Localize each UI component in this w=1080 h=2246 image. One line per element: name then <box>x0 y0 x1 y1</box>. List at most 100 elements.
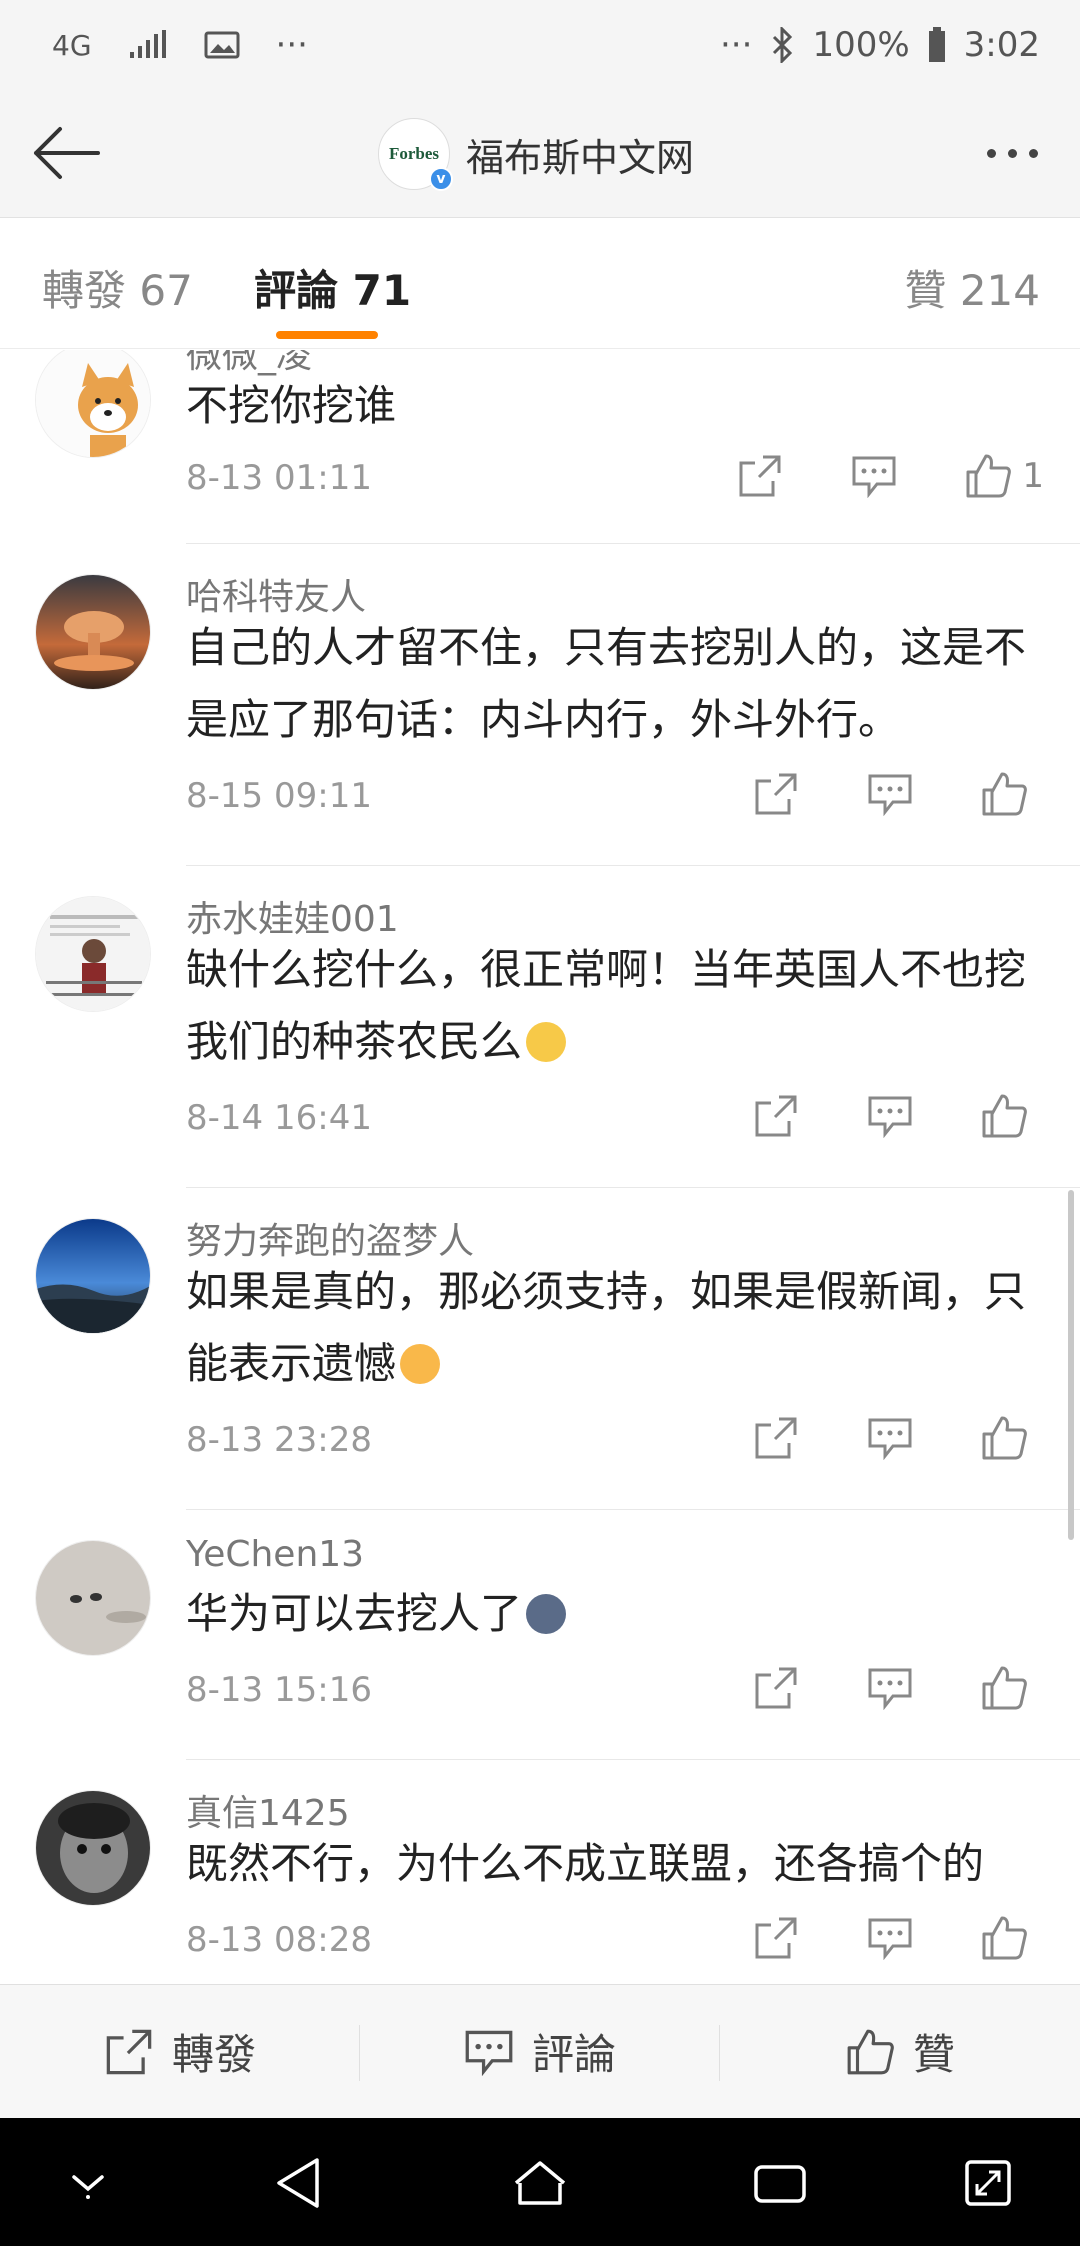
comment-icon <box>868 1918 912 1960</box>
share-button[interactable] <box>720 446 800 506</box>
tab-repost[interactable]: 轉發 67 <box>42 257 193 318</box>
share-button[interactable] <box>736 1658 816 1718</box>
comment-actions <box>702 1908 1044 1968</box>
comment-date: 8-13 01:11 <box>186 458 372 498</box>
reply-button[interactable] <box>850 764 930 824</box>
scrollbar[interactable] <box>1068 1190 1074 1540</box>
comment-text: 自己的人才留不住，只有去挖别人的，这是不是应了那句话：内斗内行，外斗外行。 <box>186 623 1027 744</box>
reply-button[interactable] <box>834 446 914 506</box>
comment-item: 真信1425 既然不行，为什么不成立联盟，还各搞个的 8-13 08:28 <box>0 1760 1080 1984</box>
system-nav-bar <box>0 2118 1080 2246</box>
nav-expand-button[interactable] <box>948 2148 1028 2218</box>
share-icon <box>106 2029 152 2074</box>
share-button[interactable] <box>736 764 816 824</box>
hide-nav-button[interactable] <box>48 2148 128 2218</box>
like-button[interactable] <box>964 1908 1044 1968</box>
reply-button[interactable] <box>850 1658 930 1718</box>
comment-icon <box>868 1668 912 1710</box>
bluetooth-icon <box>770 27 794 63</box>
comment-date: 8-15 09:11 <box>186 776 372 816</box>
chevron-down-icon <box>72 2175 104 2199</box>
reply-button[interactable] <box>850 1086 930 1146</box>
image-notification-icon <box>204 30 240 60</box>
share-icon <box>755 1095 797 1137</box>
avatar[interactable] <box>35 574 151 690</box>
tab-like[interactable]: 贊 214 <box>904 257 1040 318</box>
share-icon <box>739 455 781 497</box>
share-icon <box>755 1667 797 1709</box>
comment-item: 努力奔跑的盗梦人 如果是真的，那必须支持，如果是假新闻，只能表示遗憾 8-13 … <box>0 1188 1080 1510</box>
bottom-action-bar: 轉發 評論 贊 <box>0 1984 1080 2118</box>
verified-badge-icon: v <box>429 167 453 191</box>
comment-list[interactable]: 微微_凌 不挖你挖谁 8-13 01:11 1 哈科特友人 自己的人才留不住，只… <box>0 350 1080 1984</box>
back-triangle-icon <box>277 2158 319 2208</box>
repost-button[interactable]: 轉發 <box>0 1985 360 2118</box>
share-icon <box>755 773 797 815</box>
comment-actions <box>702 1086 1044 1146</box>
reply-button[interactable] <box>850 1408 930 1468</box>
network-4g-icon: 4G <box>52 28 92 62</box>
comment-actions <box>702 1658 1044 1718</box>
comment-actions <box>702 1408 1044 1468</box>
thumbs-up-icon <box>982 1916 1027 1960</box>
comment-text: 不挖你挖谁 <box>186 381 397 430</box>
nav-back-button[interactable] <box>258 2148 338 2218</box>
avatar[interactable] <box>35 350 151 458</box>
battery-percent: 100% <box>812 25 910 65</box>
share-button[interactable] <box>736 1908 816 1968</box>
thumbs-up-icon <box>982 1666 1027 1710</box>
more-status-indicator: ··· <box>720 25 753 65</box>
tab-bar: 轉發 67 評論 71 贊 214 <box>0 219 1080 349</box>
comment-button[interactable]: 評論 <box>360 1985 720 2118</box>
comment-text: 如果是真的，那必须支持，如果是假新闻，只能表示遗憾 <box>186 1267 1027 1388</box>
like-button[interactable] <box>964 1658 1044 1718</box>
nav-recents-button[interactable] <box>740 2148 820 2218</box>
avatar[interactable] <box>35 896 151 1012</box>
comment-text: 华为可以去挖人了 <box>186 1578 1046 1650</box>
share-icon <box>755 1917 797 1959</box>
comment-date: 8-13 15:16 <box>186 1670 372 1710</box>
recents-icon <box>754 2165 806 2203</box>
more-options-button[interactable] <box>972 128 1052 178</box>
like-button[interactable] <box>964 1086 1044 1146</box>
signal-icon <box>128 30 168 60</box>
back-button[interactable] <box>26 120 106 186</box>
like-button[interactable]: 1 <box>948 446 1044 506</box>
comment-actions: 1 <box>686 446 1044 506</box>
comment-icon <box>852 456 896 498</box>
comment-item: 微微_凌 不挖你挖谁 8-13 01:11 1 <box>0 350 1080 544</box>
status-bar: 4G ··· ··· 100% 3:02 <box>0 0 1080 90</box>
like-button[interactable] <box>964 1408 1044 1468</box>
comment-icon <box>868 1418 912 1460</box>
reply-button[interactable] <box>850 1908 930 1968</box>
like-button[interactable] <box>964 764 1044 824</box>
thumbs-up-icon <box>982 772 1027 816</box>
comment-icon <box>868 1096 912 1138</box>
account-header[interactable]: Forbes v 福布斯中文网 <box>378 116 694 192</box>
love-emoji-icon <box>400 1344 441 1384</box>
share-button[interactable] <box>736 1408 816 1468</box>
home-icon <box>514 2161 566 2205</box>
comment-author[interactable]: YeChen13 <box>186 1534 364 1575</box>
thumbs-up-icon <box>847 2029 894 2074</box>
avatar[interactable] <box>35 1540 151 1656</box>
share-icon <box>755 1417 797 1459</box>
comment-date: 8-14 16:41 <box>186 1098 372 1138</box>
avatar[interactable] <box>35 1218 151 1334</box>
battery-icon <box>928 27 946 63</box>
clock: 3:02 <box>963 25 1040 65</box>
tab-comment[interactable]: 評論 71 <box>254 257 411 318</box>
page-title: 福布斯中文网 <box>466 135 695 180</box>
like-post-button[interactable]: 贊 <box>720 1985 1080 2118</box>
avatar[interactable] <box>35 1790 151 1906</box>
nav-home-button[interactable] <box>500 2148 580 2218</box>
more-notifications-indicator: ··· <box>275 25 308 65</box>
comment-text: 既然不行，为什么不成立联盟，还各搞个的 <box>186 1839 985 1888</box>
comment-text: 缺什么挖什么，很正常啊！当年英国人不也挖我们的种茶农民么 <box>186 945 1027 1066</box>
like-label: 贊 <box>912 2030 955 2079</box>
comment-actions <box>702 764 1044 824</box>
expand-icon <box>965 2160 1011 2206</box>
comment-label: 評論 <box>531 2030 616 2079</box>
share-button[interactable] <box>736 1086 816 1146</box>
thinking-emoji-icon <box>526 1022 567 1062</box>
